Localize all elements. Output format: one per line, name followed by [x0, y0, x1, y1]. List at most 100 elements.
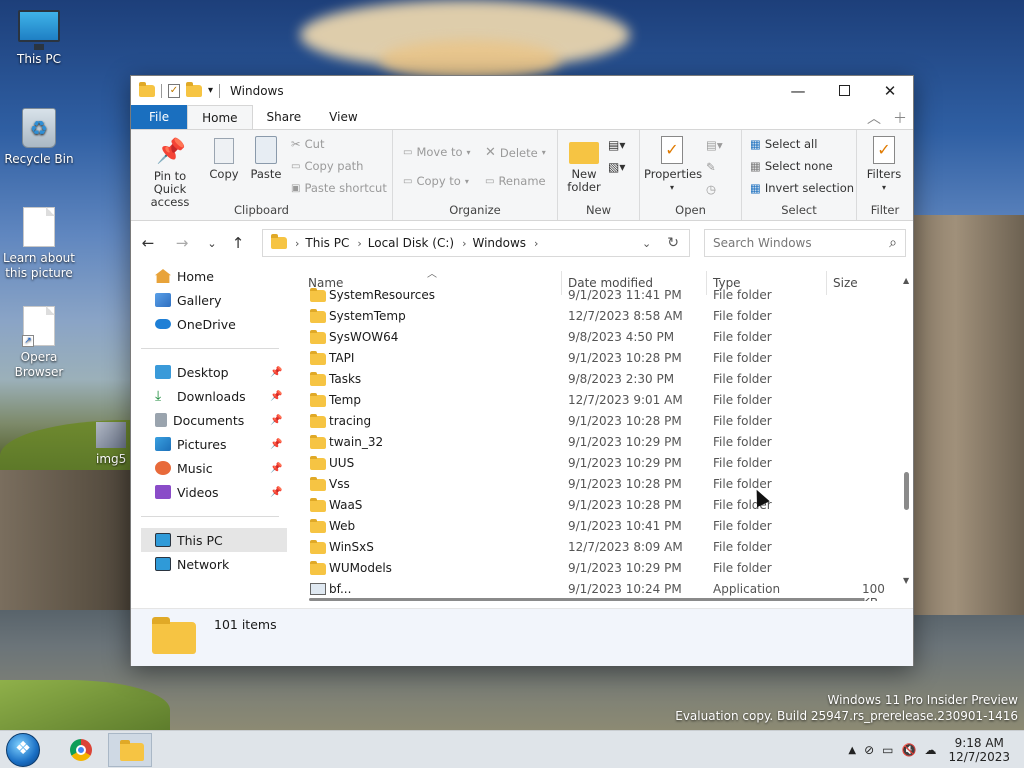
taskbar: ▲ ⊘ ▭ 🔇 ☁ 9:18 AM 12/7/2023 [0, 730, 1024, 768]
nav-item-gallery[interactable]: Gallery [155, 290, 222, 310]
scroll-down-icon[interactable]: ▼ [903, 576, 909, 585]
select-none-button[interactable]: ▦ Select none [750, 159, 833, 173]
address-bar[interactable]: › This PC › Local Disk (C:) › Windows › … [262, 229, 690, 257]
add-icon[interactable]: ＋ [893, 108, 907, 128]
chevron-down-icon: ▾ [881, 183, 886, 192]
open-button[interactable]: ▤▾ [706, 138, 723, 152]
tab-file[interactable]: File [131, 105, 188, 129]
cloud-icon[interactable]: ☁ [924, 743, 936, 757]
volume-icon[interactable]: 🔇 [902, 743, 917, 757]
breadcrumb-local-disk[interactable]: Local Disk (C:) [368, 236, 454, 250]
tab-home[interactable]: Home [187, 105, 253, 129]
paste-shortcut-button[interactable]: ▣ Paste shortcut [291, 181, 387, 195]
new-item-button[interactable]: ▤▾ [608, 138, 625, 152]
copy-path-button[interactable]: ▭ Copy path [291, 159, 363, 173]
pin-icon[interactable]: 📌 [270, 439, 282, 450]
select-all-button[interactable]: ▦ Select all [750, 137, 817, 151]
refresh-icon[interactable]: ↻ [667, 235, 679, 251]
desktop-icon-recycle-bin[interactable]: ♻ Recycle Bin [1, 108, 77, 167]
copy-to-button[interactable]: ▭ Copy to ▾ [403, 174, 469, 188]
pin-to-quick-access-button[interactable]: 📌 Pin to Quick access [137, 136, 203, 209]
horizontal-scrollbar[interactable] [291, 595, 901, 605]
nav-item-videos[interactable]: Videos 📌 [155, 482, 282, 502]
copy-button[interactable]: Copy [207, 136, 241, 181]
nav-item-network[interactable]: Network [155, 554, 229, 574]
file-row[interactable]: SystemTemp 12/7/2023 8:58 AM File folder [306, 306, 896, 327]
history-button[interactable]: ◷ [706, 182, 716, 196]
start-button[interactable] [6, 733, 40, 767]
pin-icon[interactable]: 📌 [270, 415, 282, 426]
taskbar-chrome[interactable] [58, 733, 102, 767]
file-row[interactable]: Vss 9/1/2023 10:28 PM File folder [306, 474, 896, 495]
file-row[interactable]: Web 9/1/2023 10:41 PM File folder [306, 516, 896, 537]
file-row[interactable]: SysWOW64 9/8/2023 4:50 PM File folder [306, 327, 896, 348]
pin-icon[interactable]: 📌 [270, 463, 282, 474]
taskbar-file-explorer[interactable] [108, 733, 152, 767]
file-row[interactable]: Tasks 9/8/2023 2:30 PM File folder [306, 369, 896, 390]
file-row[interactable]: Temp 12/7/2023 9:01 AM File folder [306, 390, 896, 411]
desktop-icon-learn-picture[interactable]: Learn about this picture [1, 207, 77, 281]
nav-item-this-pc[interactable]: This PC [155, 530, 223, 550]
close-button[interactable]: ✕ [867, 76, 913, 105]
move-to-button[interactable]: ▭ Move to ▾ [403, 145, 471, 159]
new-folder-button[interactable]: New folder [566, 136, 602, 194]
clock[interactable]: 9:18 AM 12/7/2023 [944, 736, 1014, 764]
address-dropdown-icon[interactable]: ⌄ [642, 237, 651, 250]
breadcrumb-windows[interactable]: Windows [472, 236, 526, 250]
breadcrumb-this-pc[interactable]: This PC [305, 236, 349, 250]
cut-button[interactable]: ✂ Cut [291, 137, 324, 151]
tab-view[interactable]: View [315, 105, 371, 129]
vertical-scrollbar[interactable]: ▲ ▼ [901, 272, 913, 590]
properties-button[interactable]: ✓ Properties ▾ [644, 136, 702, 194]
file-row[interactable]: TAPI 9/1/2023 10:28 PM File folder [306, 348, 896, 369]
recent-locations-button[interactable]: ⌄ [199, 237, 225, 250]
file-row[interactable]: tracing 9/1/2023 10:28 PM File folder [306, 411, 896, 432]
network-status-icon[interactable]: ⊘ [864, 743, 874, 757]
file-row[interactable]: twain_32 9/1/2023 10:29 PM File folder [306, 432, 896, 453]
pin-icon[interactable]: 📌 [270, 391, 282, 402]
new-folder-quick-icon[interactable] [186, 81, 202, 97]
nav-item-music[interactable]: Music 📌 [155, 458, 282, 478]
properties-quick-icon[interactable]: ✓ [168, 83, 180, 98]
filters-button[interactable]: ✓ Filters ▾ [863, 136, 905, 194]
invert-selection-button[interactable]: ▦ Invert selection [750, 181, 854, 195]
paste-button[interactable]: Paste [247, 136, 285, 181]
minimize-button[interactable]: — [775, 76, 821, 105]
rename-button[interactable]: ▭ Rename [485, 174, 546, 188]
up-button[interactable]: ↑ [225, 234, 251, 252]
file-row[interactable]: SystemResources 9/1/2023 11:41 PM File fol… [306, 285, 896, 306]
maximize-button[interactable] [821, 76, 867, 105]
back-button[interactable]: ← [131, 234, 165, 252]
scroll-thumb[interactable] [309, 598, 864, 601]
edit-button[interactable]: ✎ [706, 160, 716, 174]
file-row[interactable]: UUS 9/1/2023 10:29 PM File folder [306, 453, 896, 474]
scroll-thumb[interactable] [904, 472, 909, 510]
file-name: TAPI [329, 351, 355, 365]
nav-item-pictures[interactable]: Pictures 📌 [155, 434, 282, 454]
pin-icon[interactable]: 📌 [270, 487, 282, 498]
show-hidden-icons-icon[interactable]: ▲ [848, 745, 856, 756]
nav-item-home[interactable]: Home [155, 266, 214, 286]
nav-item-downloads[interactable]: ⤓ Downloads 📌 [155, 386, 282, 406]
easy-access-button[interactable]: ▧▾ [608, 160, 625, 174]
search-input[interactable]: Search Windows ⌕ [704, 229, 906, 257]
desktop-icon-opera[interactable]: ↗ Opera Browser [1, 306, 77, 380]
display-icon[interactable]: ▭ [882, 743, 893, 757]
nav-item-onedrive[interactable]: OneDrive [155, 314, 236, 334]
file-row[interactable]: WaaS 9/1/2023 10:28 PM File folder [306, 495, 896, 516]
tab-share[interactable]: Share [253, 105, 316, 129]
scroll-up-icon[interactable]: ▲ [903, 276, 909, 285]
forward-button[interactable]: → [165, 234, 199, 252]
desktop-icon-this-pc[interactable]: This PC [1, 10, 77, 67]
collapse-ribbon-icon[interactable]: ︿ [867, 108, 881, 128]
desktop-icon-img[interactable]: img5 [96, 422, 132, 467]
title-bar[interactable]: ✓ ▾ Windows — ✕ [131, 76, 913, 105]
nav-item-documents[interactable]: Documents 📌 [155, 410, 282, 430]
folder-icon [310, 561, 326, 575]
pin-icon[interactable]: 📌 [270, 367, 282, 378]
file-row[interactable]: WinSxS 12/7/2023 8:09 AM File folder [306, 537, 896, 558]
delete-button[interactable]: ✕ Delete ▾ [485, 145, 546, 160]
customize-dropdown-icon[interactable]: ▾ [208, 85, 213, 96]
file-row[interactable]: WUModels 9/1/2023 10:29 PM File folder [306, 558, 896, 579]
nav-item-desktop[interactable]: Desktop 📌 [155, 362, 282, 382]
